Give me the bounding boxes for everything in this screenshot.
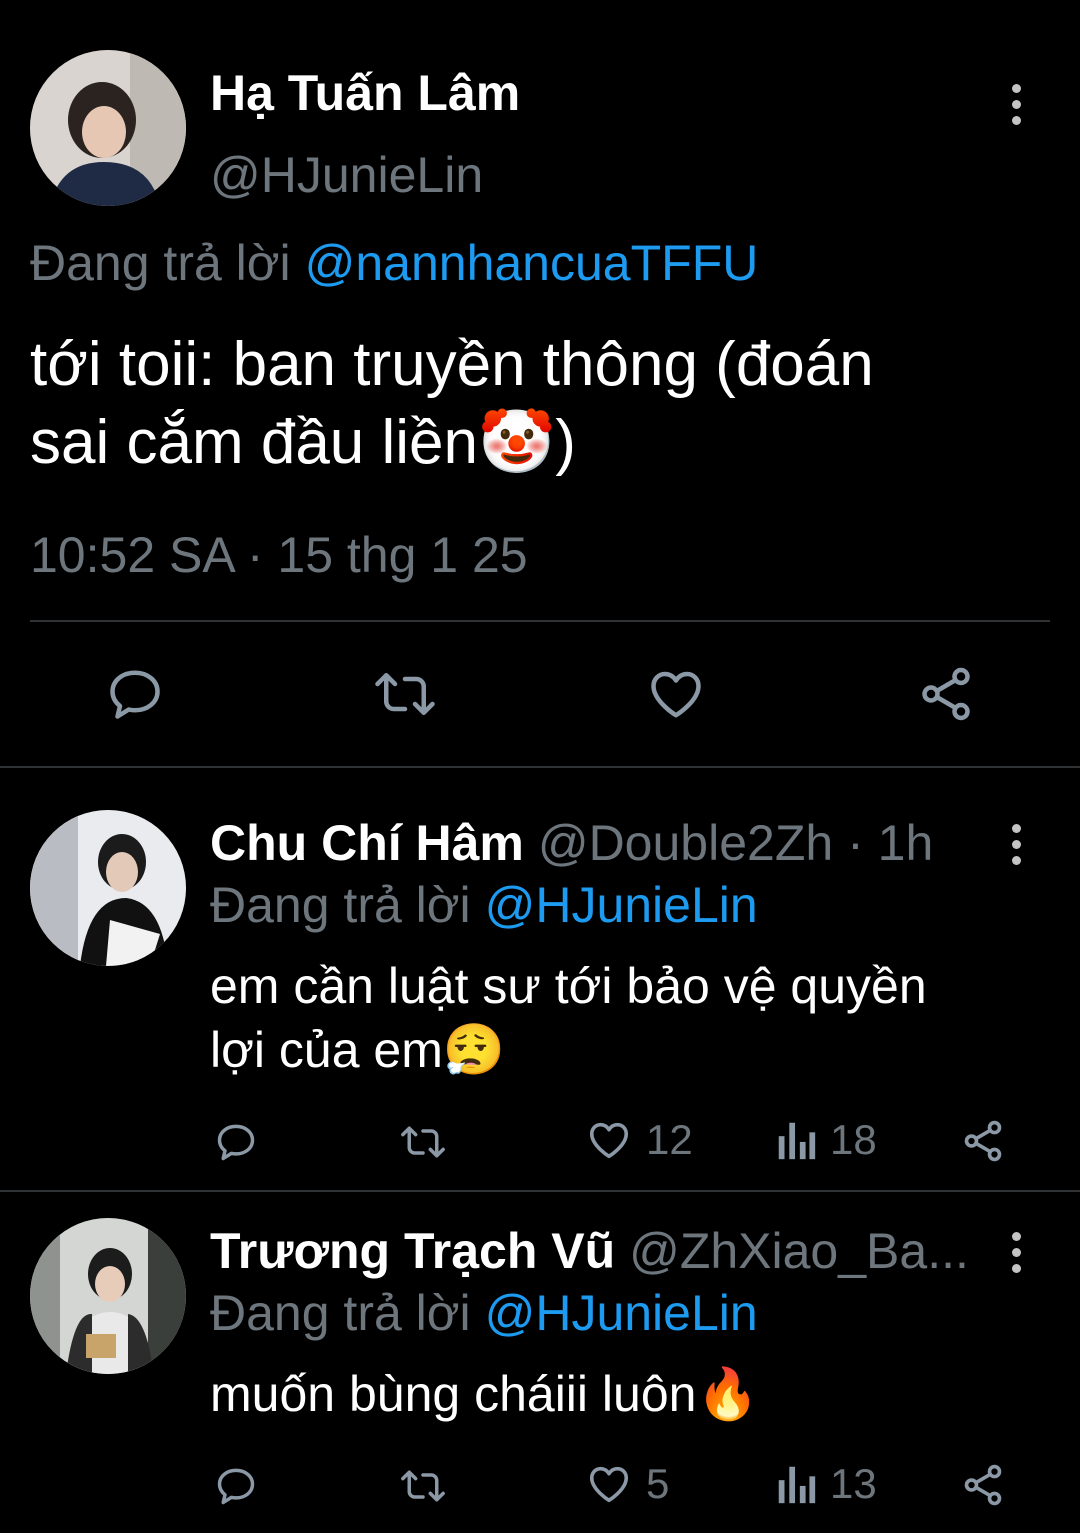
reply-icon[interactable] [105, 664, 165, 724]
retweet-icon[interactable] [398, 1464, 448, 1508]
like-button[interactable]: 5 [586, 1460, 669, 1508]
avatar[interactable] [30, 50, 186, 206]
section-divider [0, 766, 1080, 768]
more-options-icon[interactable] [1012, 824, 1026, 872]
reply-text-line1: em cần luật sư tới bảo vệ quyền [210, 958, 927, 1014]
tweet-text-line2: sai cắm đầu liền🤡) [30, 408, 576, 477]
reply-text: muốn bùng cháiii luôn🔥 [210, 1362, 759, 1426]
tweet-text: tới toii: ban truyền thông (đoán sai cắm… [30, 326, 874, 482]
view-count: 18 [830, 1116, 877, 1163]
like-icon[interactable] [646, 664, 706, 724]
replying-to-line: Đang trả lời @nannhancuaTFFU [30, 234, 758, 292]
reply-text: em cần luật sư tới bảo vệ quyền lợi của … [210, 954, 927, 1082]
display-name[interactable]: Hạ Tuấn Lâm [210, 64, 520, 122]
reply-icon[interactable] [214, 1120, 258, 1164]
section-divider [0, 1190, 1080, 1192]
view-count: 13 [830, 1460, 877, 1507]
replying-to-line: Đang trả lời @HJunieLin [210, 1284, 758, 1342]
like-icon [586, 1117, 632, 1163]
share-icon[interactable] [916, 664, 976, 724]
reply-header: Chu Chí Hâm @Double2Zh · 1h [210, 814, 933, 872]
replying-to-link[interactable]: @HJunieLin [485, 877, 758, 933]
replying-prefix: Đang trả lời [210, 1285, 471, 1341]
replying-to-line: Đang trả lời @HJunieLin [210, 876, 758, 934]
share-icon[interactable] [960, 1462, 1006, 1508]
views-button[interactable]: 18 [776, 1116, 877, 1164]
reply-icon[interactable] [214, 1464, 258, 1508]
exhale-emoji: 😮‍💨 [442, 1022, 506, 1078]
like-count: 5 [646, 1460, 670, 1507]
replying-prefix: Đang trả lời [30, 235, 291, 291]
replying-prefix: Đang trả lời [210, 877, 471, 933]
like-button[interactable]: 12 [586, 1116, 693, 1164]
replying-to-link[interactable]: @nannhancuaTFFU [305, 235, 759, 291]
divider [30, 620, 1050, 622]
handle[interactable]: @ZhXiao_Ba... [629, 1223, 969, 1279]
share-icon[interactable] [960, 1118, 1006, 1164]
retweet-icon[interactable] [398, 1120, 448, 1164]
avatar[interactable] [30, 810, 186, 966]
views-icon [776, 1117, 816, 1163]
replying-to-link[interactable]: @HJunieLin [485, 1285, 758, 1341]
reply-text-line1: muốn bùng cháiii luôn🔥 [210, 1366, 759, 1422]
fire-emoji: 🔥 [696, 1366, 759, 1422]
like-count: 12 [646, 1116, 693, 1163]
like-icon [586, 1461, 632, 1507]
more-options-icon[interactable] [1012, 1232, 1026, 1280]
display-name[interactable]: Chu Chí Hâm [210, 815, 524, 871]
relative-time[interactable]: · 1h [847, 815, 933, 871]
tweet-text-line1: tới toii: ban truyền thông (đoán [30, 330, 874, 399]
clown-emoji: 🤡 [478, 408, 556, 477]
reply-text-line2: lợi của em😮‍💨 [210, 1022, 506, 1078]
views-button[interactable]: 13 [776, 1460, 877, 1508]
views-icon [776, 1461, 816, 1507]
reply-header: Trương Trạch Vũ @ZhXiao_Ba... [210, 1222, 969, 1280]
timestamp[interactable]: 10:52 SA · 15 thg 1 25 [30, 526, 528, 584]
handle[interactable]: @Double2Zh [538, 815, 833, 871]
more-options-icon[interactable] [1012, 84, 1026, 132]
display-name[interactable]: Trương Trạch Vũ [210, 1223, 615, 1279]
retweet-icon[interactable] [372, 664, 438, 724]
handle[interactable]: @HJunieLin [210, 146, 483, 204]
avatar[interactable] [30, 1218, 186, 1374]
